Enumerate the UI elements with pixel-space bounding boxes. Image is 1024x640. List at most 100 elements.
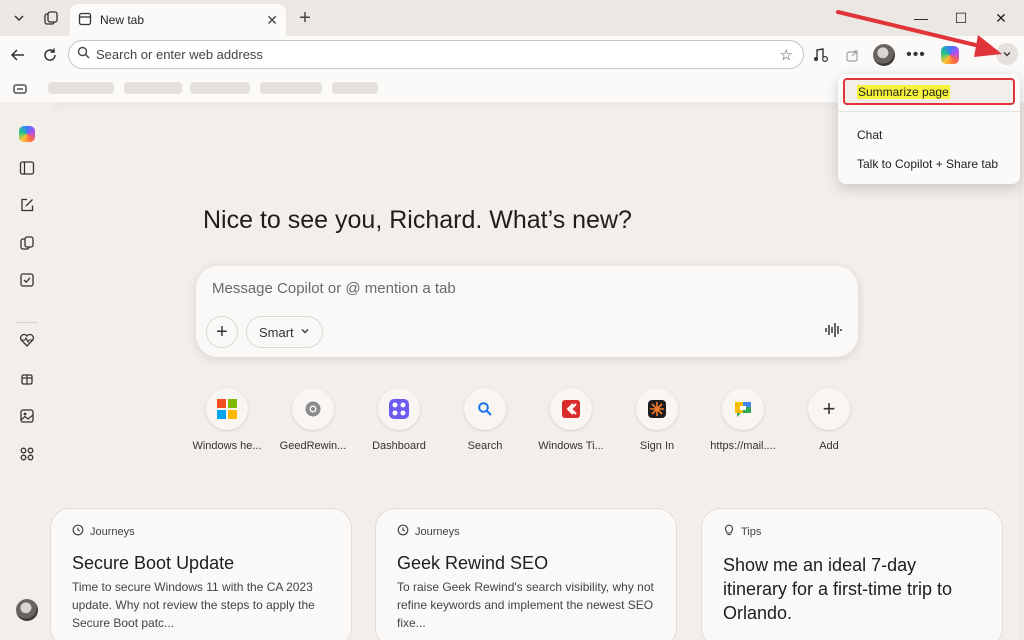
- favorite-item-blurred[interactable]: [190, 82, 250, 94]
- shortcut-geekrewind[interactable]: GeedRewin...: [270, 388, 356, 452]
- tab-strip: New tab ✕ + — ☐ ✕: [0, 0, 1024, 36]
- card-tag: Tips: [723, 524, 981, 539]
- back-arrow-icon[interactable]: [5, 42, 31, 68]
- new-tab-button[interactable]: +: [292, 5, 318, 31]
- card-tag: Journeys: [72, 524, 330, 539]
- windows-tips-icon: [550, 388, 592, 430]
- search-icon: [77, 46, 90, 64]
- favorite-item-blurred[interactable]: [260, 82, 322, 94]
- copilot-sidebar-icon[interactable]: [15, 122, 39, 146]
- shortcut-windows-tips[interactable]: Windows Ti...: [528, 388, 614, 452]
- chrome-like-icon: [292, 388, 334, 430]
- more-options-icon[interactable]: •••: [904, 43, 928, 67]
- media-control-icon[interactable]: [808, 43, 832, 67]
- reading-list-icon[interactable]: [8, 77, 32, 101]
- share-icon[interactable]: [840, 43, 864, 67]
- address-input[interactable]: [96, 47, 736, 62]
- image-tools-icon[interactable]: [15, 404, 39, 428]
- shortcut-label: https://mail....: [710, 440, 776, 452]
- message-input[interactable]: [212, 280, 812, 297]
- add-shortcut-button[interactable]: + Add: [786, 388, 872, 452]
- address-bar[interactable]: ☆: [68, 40, 804, 69]
- suggestion-card[interactable]: Journeys Geek Rewind SEO To raise Geek R…: [375, 508, 677, 640]
- maximize-button[interactable]: ☐: [946, 6, 976, 30]
- copilot-composer: + Smart: [196, 266, 858, 357]
- tab-close-icon[interactable]: ✕: [266, 12, 278, 29]
- menu-item-summarize-page[interactable]: Summarize page: [843, 78, 1015, 105]
- card-body: Time to secure Windows 11 with the CA 20…: [72, 580, 315, 630]
- favorite-item-blurred[interactable]: [124, 82, 182, 94]
- health-heart-icon[interactable]: [15, 328, 39, 352]
- shortcuts-row: Windows he... GeedRewin... Dashboard Sea…: [184, 388, 864, 458]
- sidebar: [0, 102, 52, 640]
- shortcut-label: Add: [819, 440, 839, 452]
- sidebar-divider: [16, 322, 38, 323]
- card-tag-label: Journeys: [415, 525, 460, 538]
- menu-item-label: Summarize page: [857, 85, 950, 99]
- shortcut-label: Windows he...: [192, 440, 262, 452]
- collections-icon[interactable]: [15, 231, 39, 255]
- menu-divider: [838, 111, 1020, 112]
- clock-icon: [397, 524, 409, 539]
- profile-avatar[interactable]: [872, 43, 896, 67]
- search-icon: [464, 388, 506, 430]
- mode-label: Smart: [259, 324, 294, 340]
- shortcut-windows-help[interactable]: Windows he...: [184, 388, 270, 452]
- card-tag-label: Journeys: [90, 525, 135, 538]
- attach-plus-button[interactable]: +: [206, 316, 238, 348]
- clock-icon: [72, 524, 84, 539]
- shortcut-sign-in[interactable]: Sign In: [614, 388, 700, 452]
- chevron-down-icon: [300, 326, 310, 339]
- shortcut-label: Dashboard: [372, 440, 426, 452]
- sidebar-panel-icon[interactable]: [15, 156, 39, 180]
- favorite-item-blurred[interactable]: [48, 82, 114, 94]
- suggestion-cards: Journeys Secure Boot Update Time to secu…: [50, 508, 1018, 640]
- new-tab-content: Nice to see you, Richard. What’s new? + …: [50, 110, 1018, 640]
- shortcut-label: GeedRewin...: [279, 440, 347, 452]
- new-tab-page-icon: [78, 12, 92, 29]
- mail-app-icon: [722, 388, 764, 430]
- minimize-button[interactable]: —: [906, 6, 936, 30]
- tab-new-tab[interactable]: New tab ✕: [70, 4, 286, 36]
- card-title: Secure Boot Update: [72, 553, 235, 573]
- favorite-item-blurred[interactable]: [332, 82, 378, 94]
- plus-icon: +: [808, 388, 850, 430]
- card-body: To raise Geek Rewind's search visibility…: [397, 580, 654, 630]
- sign-in-icon: [636, 388, 678, 430]
- card-title: Geek Rewind SEO: [397, 553, 549, 573]
- tab-title: New tab: [100, 13, 145, 27]
- tasks-checkbox-icon[interactable]: [15, 268, 39, 292]
- microsoft-logo-icon: [206, 388, 248, 430]
- favorite-star-icon[interactable]: ☆: [780, 46, 793, 64]
- tab-actions-chevron-icon[interactable]: [6, 5, 32, 31]
- shortcut-label: Windows Ti...: [538, 440, 604, 452]
- mode-selector[interactable]: Smart: [246, 316, 323, 348]
- shortcut-label: Search: [467, 440, 503, 452]
- compose-icon[interactable]: [15, 193, 39, 217]
- menu-item-chat[interactable]: Chat: [857, 128, 882, 142]
- user-avatar[interactable]: [15, 598, 39, 622]
- shortcut-label: Sign In: [639, 440, 675, 452]
- suggestion-card[interactable]: Journeys Secure Boot Update Time to secu…: [50, 508, 352, 640]
- close-window-button[interactable]: ✕: [986, 6, 1016, 30]
- suggestion-card[interactable]: Tips Show me an ideal 7-day itinerary fo…: [701, 508, 1003, 640]
- dashboard-app-icon: [378, 388, 420, 430]
- lightbulb-icon: [723, 524, 735, 539]
- copilot-dropdown-menu: Summarize page Chat Talk to Copilot + Sh…: [838, 74, 1020, 184]
- card-tag: Journeys: [397, 524, 655, 539]
- shortcut-mail[interactable]: https://mail....: [700, 388, 786, 452]
- toolbar: ☆ •••: [0, 36, 1024, 74]
- workspaces-icon[interactable]: [38, 5, 64, 31]
- shortcut-search[interactable]: Search: [442, 388, 528, 452]
- menu-item-talk-to-copilot[interactable]: Talk to Copilot + Share tab: [857, 157, 998, 171]
- voice-waveform-icon[interactable]: [824, 322, 842, 343]
- copilot-menu-chevron-icon[interactable]: [996, 43, 1018, 65]
- copilot-icon[interactable]: [938, 43, 962, 67]
- refresh-icon[interactable]: [37, 42, 63, 68]
- shopping-gift-icon[interactable]: [15, 366, 39, 390]
- greeting-heading: Nice to see you, Richard. What’s new?: [203, 206, 632, 234]
- card-title: Show me an ideal 7-day itinerary for a f…: [723, 555, 953, 623]
- card-tag-label: Tips: [741, 525, 762, 538]
- apps-grid-icon[interactable]: [15, 442, 39, 466]
- shortcut-dashboard[interactable]: Dashboard: [356, 388, 442, 452]
